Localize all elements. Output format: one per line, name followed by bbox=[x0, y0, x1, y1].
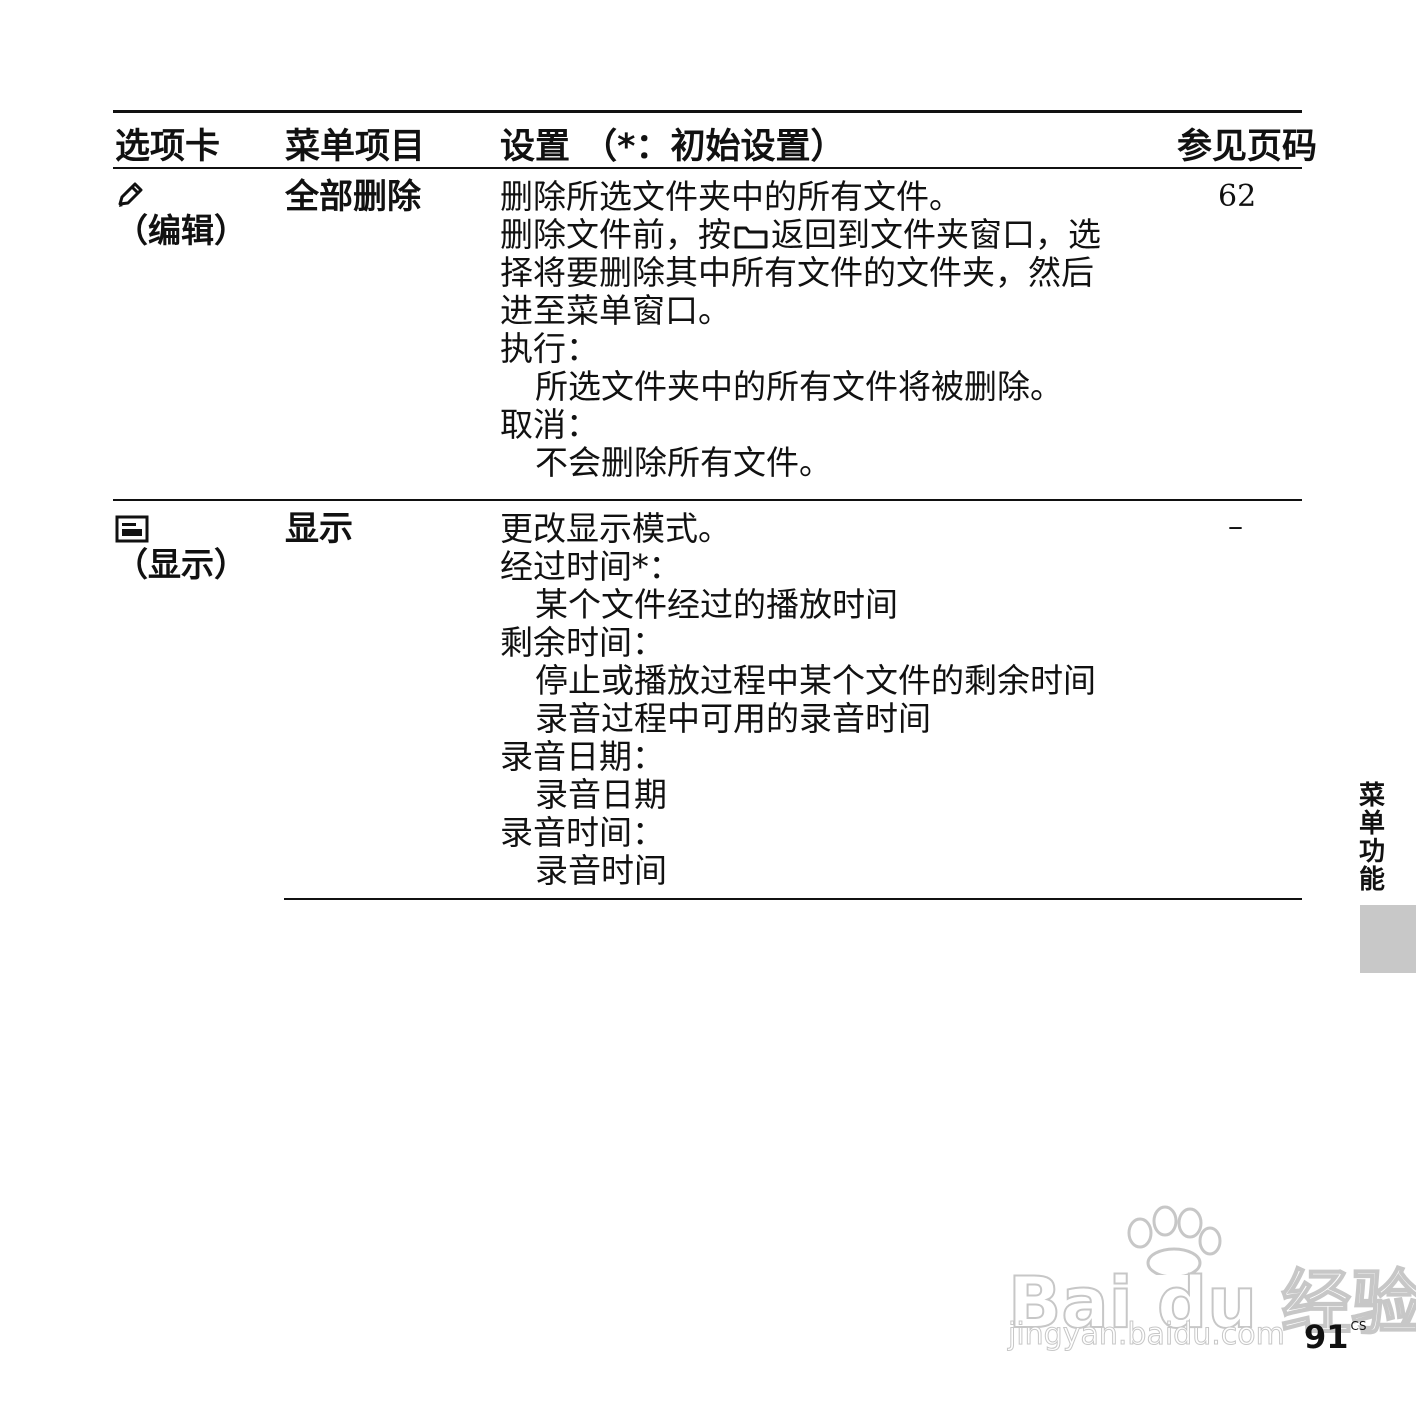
header-tab: 选项卡 bbox=[115, 127, 221, 167]
folder-icon bbox=[734, 226, 768, 249]
setting-line: 不会删除所有文件。 bbox=[535, 443, 832, 482]
setting-line: 经过时间*： bbox=[500, 547, 682, 586]
row-divider-rule bbox=[113, 499, 1302, 501]
setting-line: 删除文件前，按 返回到文件夹窗口，选 bbox=[500, 215, 1101, 254]
setting-line: 停止或播放过程中某个文件的剩余时间 bbox=[535, 661, 1096, 700]
pencil-icon bbox=[118, 182, 143, 207]
row1-setting: 删除所选文件夹中的所有文件。 删除文件前，按 返回到文件夹窗口，选 择将要删除其… bbox=[500, 178, 1180, 482]
table-top-rule bbox=[113, 110, 1302, 113]
setting-line: 录音时间： bbox=[500, 813, 665, 852]
setting-line: 更改显示模式。 bbox=[500, 509, 731, 548]
header-item: 菜单项目 bbox=[285, 127, 426, 167]
row2-item: 显示 bbox=[285, 509, 353, 549]
row2-setting: 更改显示模式。 经过时间*： 某个文件经过的播放时间 剩余时间： 停止或播放过程… bbox=[500, 510, 1180, 890]
row2-page: – bbox=[1228, 509, 1243, 544]
row1-tab: （编辑） bbox=[115, 180, 247, 250]
setting-line: 剩余时间： bbox=[500, 623, 665, 662]
watermark: Bai du 经验 jingyan.baidu.com bbox=[1000, 1205, 1416, 1365]
side-tab-marker bbox=[1360, 905, 1416, 973]
display-icon bbox=[115, 515, 149, 543]
page-number: 91 CS bbox=[1304, 1318, 1367, 1356]
watermark-url: jingyan.baidu.com bbox=[1008, 1317, 1286, 1353]
setting-line: 录音时间 bbox=[535, 851, 667, 890]
row2-tab: （显示） bbox=[115, 514, 247, 584]
side-tab-label: 菜单功能 bbox=[1358, 781, 1385, 895]
row1-tab-label: （编辑） bbox=[115, 211, 247, 250]
setting-line: 进至菜单窗口。 bbox=[500, 291, 731, 330]
header-page: 参见页码 bbox=[1177, 127, 1318, 167]
setting-line: 执行： bbox=[500, 329, 599, 368]
page-suffix: CS bbox=[1350, 1319, 1367, 1333]
setting-line: 取消： bbox=[500, 405, 599, 444]
setting-line: 某个文件经过的播放时间 bbox=[535, 585, 898, 624]
row1-page: 62 bbox=[1218, 179, 1257, 214]
row2-tab-label: （显示） bbox=[115, 545, 247, 584]
setting-line: 录音过程中可用的录音时间 bbox=[535, 699, 931, 738]
row1-item: 全部删除 bbox=[285, 177, 421, 217]
setting-line: 录音日期： bbox=[500, 737, 665, 776]
setting-line: 择将要删除其中所有文件的文件夹，然后 bbox=[500, 253, 1094, 292]
setting-line: 所选文件夹中的所有文件将被删除。 bbox=[535, 367, 1063, 406]
table-bottom-rule bbox=[284, 898, 1302, 900]
setting-line: 录音日期 bbox=[535, 775, 667, 814]
setting-line: 删除所选文件夹中的所有文件。 bbox=[500, 177, 962, 216]
header-setting: 设置 （*：初始设置） bbox=[500, 127, 846, 167]
